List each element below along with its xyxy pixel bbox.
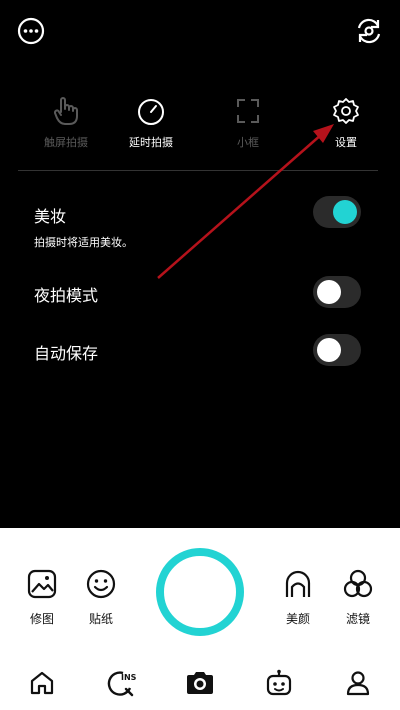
robot-icon: [266, 669, 292, 696]
night-mode-toggle[interactable]: [313, 276, 361, 308]
shutter-button[interactable]: [156, 548, 244, 636]
tool-label: 修图: [29, 612, 54, 626]
home-icon: [30, 671, 54, 695]
quick-option-small-frame[interactable]: 小框: [208, 96, 288, 150]
quick-options-row: 触屏拍摄 延时拍摄 小框 设置: [0, 96, 400, 156]
switch-camera-icon: [357, 18, 381, 44]
bottom-toolbar: 修图 贴纸 美颜 滤镜: [0, 528, 400, 638]
ins-text: INS: [121, 673, 136, 682]
annotation-arrow: [157, 124, 334, 279]
frame-corners-icon: [237, 99, 259, 123]
more-icon: [17, 17, 45, 45]
quick-option-label: 设置: [335, 136, 357, 149]
edit-image-icon: [27, 569, 57, 599]
quick-option-timer[interactable]: 延时拍摄: [111, 96, 191, 150]
ins-search-icon: INS: [107, 671, 136, 697]
touch-hand-icon: [53, 97, 78, 125]
nav-robot[interactable]: [264, 668, 294, 698]
toggle-knob: [333, 200, 357, 224]
gear-icon: [333, 98, 359, 124]
face-beauty-icon: [285, 570, 311, 597]
quick-option-settings[interactable]: 设置: [306, 96, 386, 150]
setting-title-night-mode: 夜拍模式: [34, 286, 99, 305]
quick-option-label: 延时拍摄: [129, 136, 173, 149]
quick-option-touch-shoot[interactable]: 触屏拍摄: [26, 96, 106, 150]
setting-desc-makeup: 拍摄时将适用美妆。: [34, 236, 133, 249]
profile-icon: [346, 671, 370, 696]
tool-beauty[interactable]: 美颜: [273, 568, 323, 627]
filter-circles-icon: [343, 569, 373, 598]
nav-ins-search[interactable]: INS: [106, 668, 136, 698]
tool-edit[interactable]: 修图: [17, 568, 67, 627]
tool-sticker[interactable]: 贴纸: [76, 568, 126, 627]
nav-home[interactable]: [27, 668, 57, 698]
divider: [18, 170, 378, 171]
tool-filter[interactable]: 滤镜: [333, 568, 383, 627]
makeup-toggle[interactable]: [313, 196, 361, 228]
setting-title-auto-save: 自动保存: [34, 344, 99, 363]
tool-label: 滤镜: [345, 612, 370, 626]
toggle-knob: [317, 280, 341, 304]
nav-profile[interactable]: [343, 668, 373, 698]
toggle-knob: [317, 338, 341, 362]
setting-title-makeup: 美妆: [34, 207, 67, 226]
tool-label: 美颜: [285, 612, 310, 626]
bottom-nav: INS: [0, 658, 400, 710]
switch-camera-button[interactable]: [352, 14, 386, 48]
timer-icon: [138, 99, 164, 125]
nav-camera[interactable]: [185, 668, 215, 698]
more-button[interactable]: [14, 14, 48, 48]
smiley-sticker-icon: [86, 569, 116, 599]
quick-option-label: 小框: [237, 136, 259, 149]
tool-label: 贴纸: [88, 612, 113, 626]
auto-save-toggle[interactable]: [313, 334, 361, 366]
camera-icon: [187, 672, 213, 694]
quick-option-label: 触屏拍摄: [44, 136, 88, 149]
camera-settings-panel: 触屏拍摄 延时拍摄 小框 设置 美妆 拍摄时将适用美妆。 夜拍模式 自动保存: [0, 0, 400, 528]
